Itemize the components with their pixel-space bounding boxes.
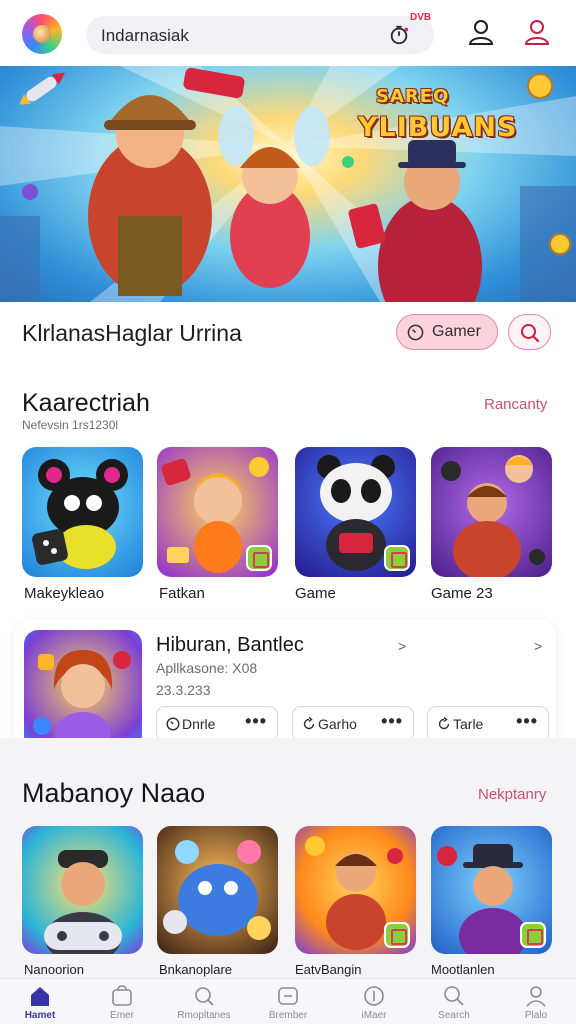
- bag-icon: [112, 985, 132, 1006]
- search-icon: [521, 324, 540, 343]
- gamer-button-label: Gamer: [432, 323, 481, 340]
- refresh-icon: [303, 717, 315, 730]
- pill-label: Tarle: [453, 716, 484, 732]
- game-tile[interactable]: [431, 826, 552, 954]
- featured-title[interactable]: Hiburan, Bantlec: [156, 634, 304, 657]
- notification-badge: DVB: [410, 12, 432, 23]
- top-bar: Indarnasiak DVB: [0, 0, 576, 66]
- game-tile-label: Bnkanoplare: [159, 962, 232, 977]
- tile-badge-icon: [384, 922, 410, 948]
- clock-icon: [407, 324, 424, 341]
- lower-see-all-link[interactable]: Nekptanry: [478, 786, 546, 803]
- more-options-icon[interactable]: •••: [381, 711, 403, 732]
- coin-icon: [364, 986, 384, 1006]
- nav-item-explore[interactable]: Rmopltanes: [164, 983, 244, 1023]
- game-tile[interactable]: [157, 826, 278, 954]
- search-button[interactable]: [508, 314, 551, 350]
- more-options-icon[interactable]: •••: [516, 711, 538, 732]
- adventurers-icon: [441, 455, 545, 577]
- account-alert-icon[interactable]: [522, 17, 552, 47]
- app-logo[interactable]: [22, 14, 62, 54]
- blue-creature-icon: [163, 840, 271, 940]
- category-see-all-link[interactable]: Rancanty: [484, 396, 547, 413]
- tile-badge-icon: [384, 545, 410, 571]
- category-section-subtitle: Nefevsin 1rs1230l: [22, 418, 119, 432]
- bottom-navigation: Hamet Emer Rmopltanes Brember iMaer Sear…: [0, 978, 576, 1024]
- game-tile[interactable]: [157, 447, 278, 577]
- pill-label: Dnrle: [182, 716, 216, 732]
- game-tile-label: EatvBangin: [295, 962, 362, 977]
- hero-banner[interactable]: SAREQ YLIBUANS: [0, 66, 576, 302]
- category-section-title: Kaarectriah: [22, 389, 150, 417]
- nav-item-imaer[interactable]: iMaer: [334, 983, 414, 1023]
- nav-item-member[interactable]: Brember: [248, 983, 328, 1023]
- featured-action-pill[interactable]: Tarle •••: [427, 706, 549, 742]
- nav-item-profile[interactable]: Plalo: [496, 983, 576, 1023]
- lower-section-title: Mabanoy Naao: [22, 778, 206, 808]
- game-tile-label: Game 23: [431, 585, 493, 602]
- game-tile[interactable]: [22, 826, 143, 954]
- magnifier-icon: [444, 986, 464, 1006]
- game-tile-label: Mootlanlen: [431, 962, 495, 977]
- hero-illustration: [0, 66, 576, 302]
- nav-label: Emer: [110, 1010, 134, 1021]
- nav-label: Rmopltanes: [177, 1010, 231, 1021]
- profile-icon[interactable]: [466, 17, 496, 47]
- game-tile-label: Makeykleao: [24, 585, 105, 602]
- featured-count: 23.3.233: [156, 682, 211, 698]
- refresh-icon: [438, 717, 450, 730]
- featured-action-pill[interactable]: Dnrle •••: [156, 706, 278, 742]
- tile-badge-icon: [246, 545, 272, 571]
- hero-logo-line2: YLIBUANS: [358, 112, 518, 143]
- featured-arrow-2[interactable]: >: [534, 638, 542, 654]
- home-icon: [31, 987, 49, 1006]
- pill-label: Garho: [318, 716, 357, 732]
- search-input-text[interactable]: Indarnasiak: [101, 26, 189, 46]
- girl-character-icon: [33, 650, 131, 750]
- nav-item-emer[interactable]: Emer: [82, 983, 162, 1023]
- nav-label: Search: [438, 1010, 470, 1021]
- hero-logo-line1: SAREQ: [376, 86, 450, 107]
- featured-card[interactable]: Hiburan, Bantlec > > Apllkasone: X08 23.…: [14, 620, 556, 756]
- game-tile[interactable]: [22, 447, 143, 577]
- featured-subtitle: Apllkasone: X08: [156, 660, 258, 676]
- page-title: KlrlanasHaglar Urrina: [22, 320, 242, 346]
- gamer-button[interactable]: Gamer: [396, 314, 498, 350]
- clock-icon: [166, 717, 180, 731]
- tag-icon: [278, 987, 298, 1005]
- game-tile-label: Nanoorion: [24, 962, 84, 977]
- nav-label: Hamet: [24, 1010, 56, 1021]
- game-tile[interactable]: [295, 447, 416, 577]
- featured-arrow-1[interactable]: >: [398, 638, 406, 654]
- tile-badge-icon: [520, 922, 546, 948]
- panda-character-icon: [32, 459, 128, 569]
- featured-action-pill[interactable]: Garho •••: [292, 706, 414, 742]
- nav-item-search[interactable]: Search: [414, 983, 494, 1023]
- timer-icon[interactable]: [388, 24, 410, 46]
- search-icon: [195, 987, 214, 1006]
- gamer-with-controller-icon: [44, 850, 122, 954]
- search-bar[interactable]: Indarnasiak DVB: [86, 12, 434, 54]
- nav-label: Brember: [268, 1010, 308, 1021]
- nav-label: Plalo: [524, 1010, 548, 1021]
- more-options-icon[interactable]: •••: [245, 711, 267, 732]
- game-tile[interactable]: [295, 826, 416, 954]
- game-tile[interactable]: [431, 447, 552, 577]
- nav-label: iMaer: [361, 1010, 387, 1021]
- game-tile-label: Fatkan: [159, 585, 205, 602]
- nav-item-home[interactable]: Hamet: [0, 983, 80, 1023]
- profile-icon: [526, 986, 546, 1007]
- featured-thumbnail[interactable]: [24, 630, 142, 750]
- game-tile-label: Game: [295, 585, 336, 602]
